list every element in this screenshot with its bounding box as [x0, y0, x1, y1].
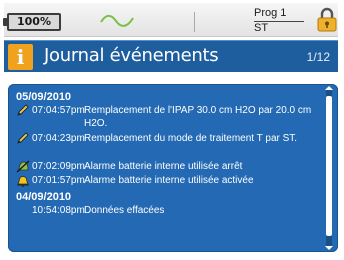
info-icon: i	[8, 44, 33, 70]
event-time: 07:02:09pm	[32, 161, 85, 172]
event-message: Remplacement de l'IPAP 30.0 cm H2O par 2…	[84, 105, 312, 129]
event-message: Alarme batterie interne utilisée activée	[84, 175, 254, 186]
page-title: Journal événements	[44, 45, 219, 66]
list-item[interactable]: 07:02:09pm Alarme batterie interne utili…	[16, 160, 322, 174]
scrollbar[interactable]	[325, 86, 333, 250]
alarm-bell-icon	[17, 176, 29, 187]
event-message: Données effacées	[84, 205, 165, 216]
lock-icon[interactable]	[316, 7, 338, 33]
list-item[interactable]: 07:04:57pm Remplacement de l'IPAP 30.0 c…	[16, 104, 322, 132]
list-item[interactable]: 07:01:57pm Alarme batterie interne utili…	[16, 174, 322, 188]
status-bar: 100% Prog 1 ST	[3, 3, 338, 37]
edit-pencil-icon	[17, 132, 29, 144]
event-time: 07:04:23pm	[32, 133, 85, 144]
page-counter: 1/12	[306, 50, 330, 64]
scroll-thumb[interactable]	[326, 96, 332, 236]
event-list: 05/09/2010 07:04:57pm Remplacement de l'…	[16, 90, 322, 218]
battery-icon: 100%	[3, 13, 61, 31]
sine-wave-icon	[100, 14, 134, 27]
event-message: Alarme batterie interne utilisée arrêt	[84, 161, 243, 172]
event-time: 07:04:57pm	[32, 105, 85, 116]
program-name: Prog 1	[254, 7, 287, 19]
ventilator-screen: 100% Prog 1 ST i Journal événements 1/12…	[0, 0, 344, 260]
scroll-down-arrow-icon[interactable]	[325, 246, 333, 250]
program-indicator[interactable]: Prog 1 ST	[254, 7, 308, 35]
event-journal-panel[interactable]: 05/09/2010 07:04:57pm Remplacement de l'…	[8, 84, 338, 252]
alarm-off-icon	[16, 160, 30, 173]
date-header: 05/09/2010	[16, 91, 72, 103]
list-item[interactable]: 10:54:08pm Données effacées	[16, 204, 322, 218]
list-item[interactable]: 07:04:23pm Remplacement du mode de trait…	[16, 132, 322, 160]
title-bar: i Journal événements 1/12	[4, 40, 338, 72]
event-time: 07:01:57pm	[32, 175, 85, 186]
battery-level: 100%	[17, 15, 51, 28]
event-message: Remplacement du mode de traitement T par…	[84, 133, 298, 144]
scroll-up-arrow-icon[interactable]	[325, 86, 333, 90]
date-header: 04/09/2010	[16, 191, 72, 203]
edit-pencil-icon	[17, 104, 29, 116]
event-time: 10:54:08pm	[32, 205, 85, 216]
program-mode: ST	[254, 22, 269, 34]
status-divider	[194, 12, 195, 32]
